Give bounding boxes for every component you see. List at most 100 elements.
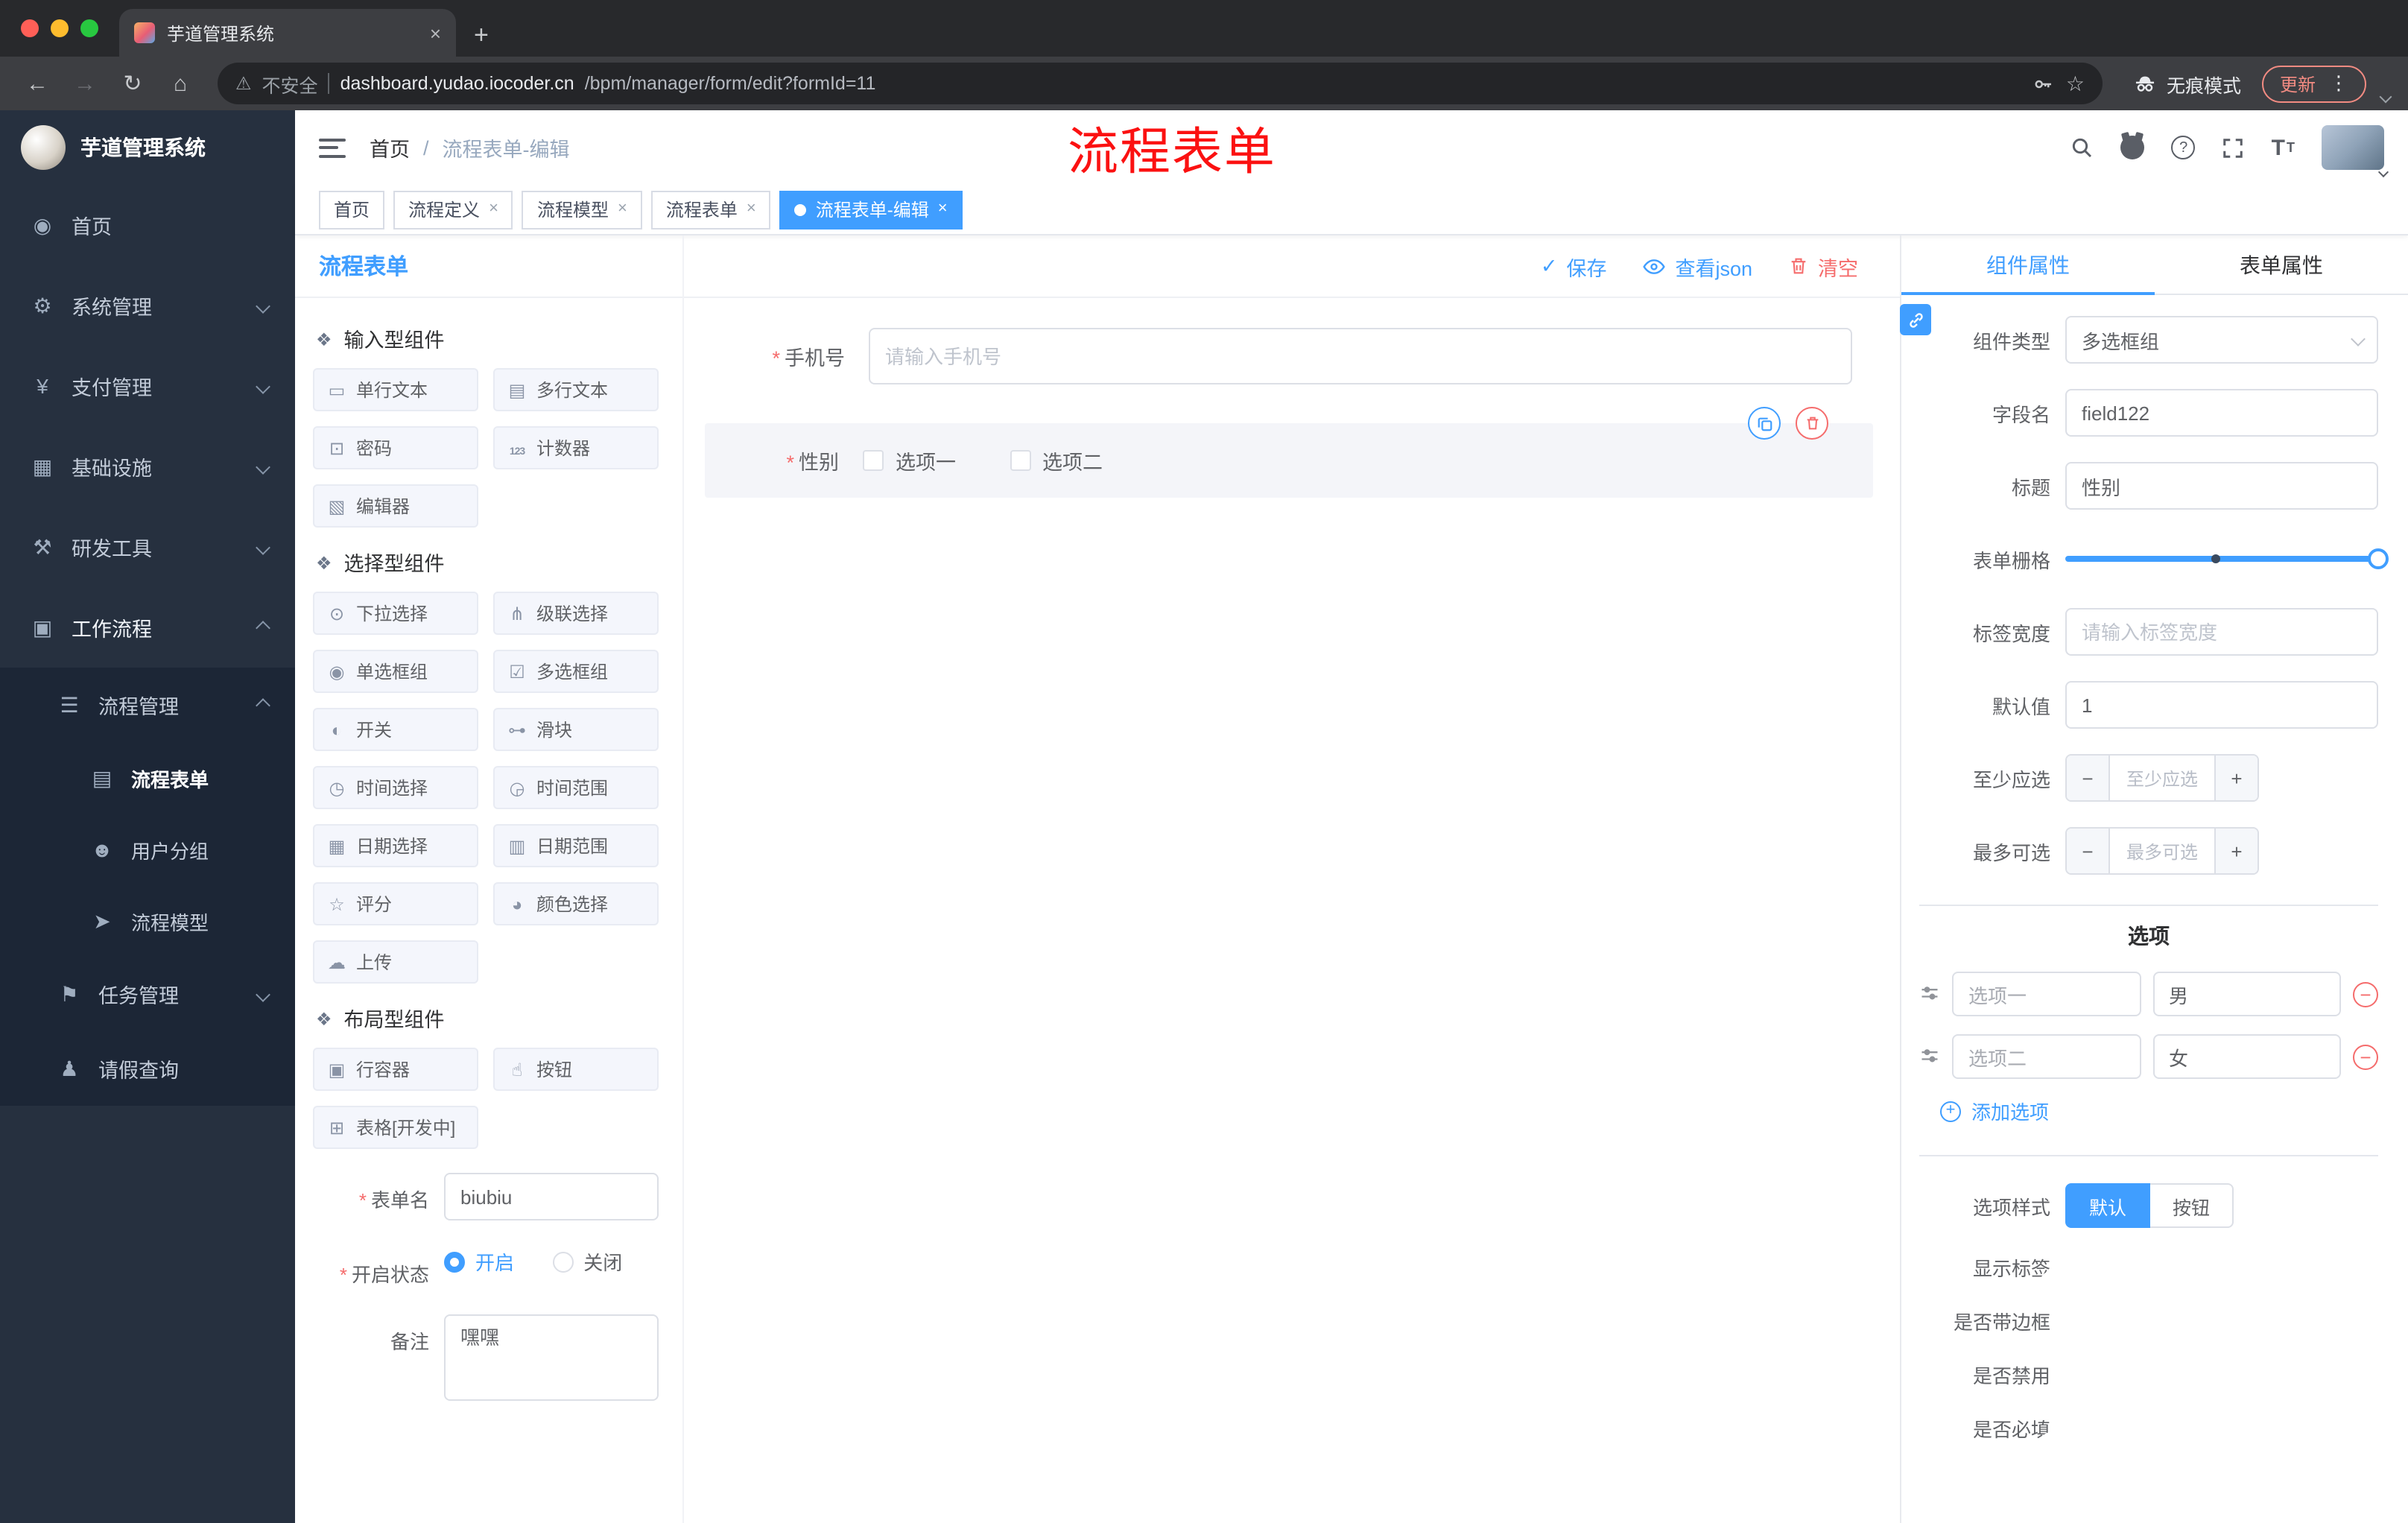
forward-button[interactable]	[66, 64, 104, 103]
font-size-icon[interactable]	[2272, 135, 2295, 160]
palette-item-counter[interactable]: 计数器	[493, 426, 659, 469]
stepper-plus-button[interactable]	[2214, 756, 2258, 800]
field-name-input[interactable]	[2065, 389, 2378, 437]
sidebar-item-dev-tools[interactable]: 研发工具	[0, 507, 295, 587]
tag-home[interactable]: 首页	[319, 190, 385, 229]
palette-item-date-picker[interactable]: 日期选择	[313, 824, 478, 867]
palette-item-time-range[interactable]: 时间范围	[493, 766, 659, 809]
slider-handle[interactable]	[2368, 548, 2389, 569]
hamburger-icon[interactable]	[319, 138, 346, 157]
palette-item-checkbox-group[interactable]: 多选框组	[493, 650, 659, 693]
canvas-field-phone[interactable]: 手机号	[711, 328, 1852, 384]
sidebar-item-home[interactable]: 首页	[0, 185, 295, 265]
max-select-value[interactable]: 最多可选	[2110, 829, 2214, 873]
palette-item-dropdown[interactable]: 下拉选择	[313, 592, 478, 635]
window-close-button[interactable]	[21, 19, 39, 37]
bookmark-star-icon[interactable]	[2066, 71, 2085, 96]
browser-menu-icon[interactable]	[2329, 72, 2348, 95]
palette-item-upload[interactable]: 上传	[313, 940, 478, 984]
toolbar-chevron-down-icon[interactable]	[2379, 83, 2392, 106]
copy-component-button[interactable]	[1748, 407, 1781, 440]
reload-button[interactable]	[113, 64, 152, 103]
address-bar[interactable]: 不安全 dashboard.yudao.iocoder.cn /bpm/mana…	[218, 63, 2103, 104]
sidebar-item-user-group[interactable]: 用户分组	[0, 814, 295, 885]
tag-close-icon[interactable]	[938, 201, 948, 218]
option-label-input[interactable]	[1952, 972, 2141, 1016]
sidebar-item-process-form[interactable]: 流程表单	[0, 742, 295, 814]
palette-item-multi-line-text[interactable]: 多行文本	[493, 368, 659, 411]
gender-option-1-checkbox[interactable]: 选项一	[863, 446, 956, 475]
title-input[interactable]	[2065, 462, 2378, 510]
link-icon[interactable]	[1900, 304, 1931, 335]
tag-process-model[interactable]: 流程模型	[522, 190, 642, 229]
palette-item-cascader[interactable]: 级联选择	[493, 592, 659, 635]
palette-item-time-picker[interactable]: 时间选择	[313, 766, 478, 809]
delete-component-button[interactable]	[1796, 407, 1828, 440]
back-button[interactable]	[18, 64, 57, 103]
search-icon[interactable]	[2070, 136, 2094, 159]
form-name-input[interactable]	[444, 1173, 659, 1220]
sidebar-item-task-mgmt[interactable]: 任务管理	[0, 957, 295, 1031]
min-select-value[interactable]: 至少应选	[2110, 756, 2214, 800]
drag-handle-icon[interactable]	[1919, 984, 1940, 1004]
sidebar-item-leave-query[interactable]: 请假查询	[0, 1031, 295, 1106]
tag-process-form[interactable]: 流程表单	[650, 190, 771, 229]
view-json-button[interactable]: 查看json	[1642, 251, 1752, 281]
phone-input[interactable]	[869, 328, 1852, 384]
help-icon[interactable]	[2171, 136, 2196, 159]
palette-item-radio-group[interactable]: 单选框组	[313, 650, 478, 693]
style-default-button[interactable]: 默认	[2065, 1183, 2151, 1228]
palette-item-editor[interactable]: 编辑器	[313, 484, 478, 528]
clear-button[interactable]: 清空	[1788, 251, 1858, 281]
security-warning-icon[interactable]	[235, 73, 252, 94]
sidebar-item-payment-mgmt[interactable]: 支付管理	[0, 346, 295, 426]
tag-close-icon[interactable]	[747, 201, 756, 218]
tab-form-props[interactable]: 表单属性	[2155, 235, 2408, 294]
gender-option-2-checkbox[interactable]: 选项二	[1010, 446, 1103, 475]
status-on-radio[interactable]: 开启	[444, 1247, 514, 1276]
password-key-icon[interactable]	[2033, 72, 2056, 95]
sidebar-item-workflow[interactable]: 工作流程	[0, 587, 295, 668]
window-minimize-button[interactable]	[51, 19, 69, 37]
palette-item-color-picker[interactable]: 颜色选择	[493, 882, 659, 925]
palette-item-rate[interactable]: 评分	[313, 882, 478, 925]
tag-process-form-edit[interactable]: 流程表单-编辑	[779, 190, 963, 229]
home-button[interactable]	[161, 64, 200, 103]
remove-option-button[interactable]	[2353, 981, 2378, 1007]
palette-item-switch[interactable]: 开关	[313, 708, 478, 751]
tab-component-props[interactable]: 组件属性	[1901, 235, 2155, 295]
stepper-minus-button[interactable]	[2067, 829, 2110, 873]
stepper-minus-button[interactable]	[2067, 756, 2110, 800]
new-tab-button[interactable]	[474, 22, 489, 48]
canvas-field-gender-selected[interactable]: 性别 选项一 选项二	[705, 407, 1873, 498]
form-canvas[interactable]: 手机号	[684, 298, 1900, 1523]
palette-item-date-range[interactable]: 日期范围	[493, 824, 659, 867]
tag-close-icon[interactable]	[489, 201, 498, 218]
breadcrumb-home[interactable]: 首页	[370, 133, 410, 162]
drag-handle-icon[interactable]	[1919, 1046, 1940, 1067]
slider-track[interactable]	[2065, 548, 2389, 569]
component-type-select[interactable]: 多选框组	[2065, 316, 2378, 364]
sidebar-item-system-mgmt[interactable]: 系统管理	[0, 265, 295, 346]
sidebar-logo[interactable]: 芋道管理系统	[0, 110, 295, 185]
tag-close-icon[interactable]	[618, 201, 627, 218]
user-avatar[interactable]	[2322, 125, 2389, 178]
fullscreen-icon[interactable]	[2222, 136, 2245, 159]
default-value-input[interactable]	[2065, 681, 2378, 729]
tab-close-icon[interactable]	[430, 23, 441, 42]
sidebar-item-infrastructure[interactable]: 基础设施	[0, 426, 295, 507]
option-value-input[interactable]	[2152, 972, 2341, 1016]
window-zoom-button[interactable]	[80, 19, 98, 37]
github-icon[interactable]	[2120, 136, 2145, 159]
stepper-plus-button[interactable]	[2214, 829, 2258, 873]
sidebar-item-process-mgmt[interactable]: 流程管理	[0, 668, 295, 742]
palette-item-row-container[interactable]: 行容器	[313, 1048, 478, 1091]
add-option-button[interactable]: 添加选项	[1940, 1097, 2378, 1125]
palette-item-single-line-text[interactable]: 单行文本	[313, 368, 478, 411]
status-off-radio[interactable]: 关闭	[552, 1247, 622, 1276]
palette-item-table[interactable]: 表格[开发中]	[313, 1106, 478, 1149]
style-button-button[interactable]: 按钮	[2150, 1183, 2234, 1228]
save-button[interactable]: 保存	[1541, 251, 1606, 281]
palette-item-password[interactable]: 密码	[313, 426, 478, 469]
form-grid-slider[interactable]	[2065, 535, 2389, 583]
